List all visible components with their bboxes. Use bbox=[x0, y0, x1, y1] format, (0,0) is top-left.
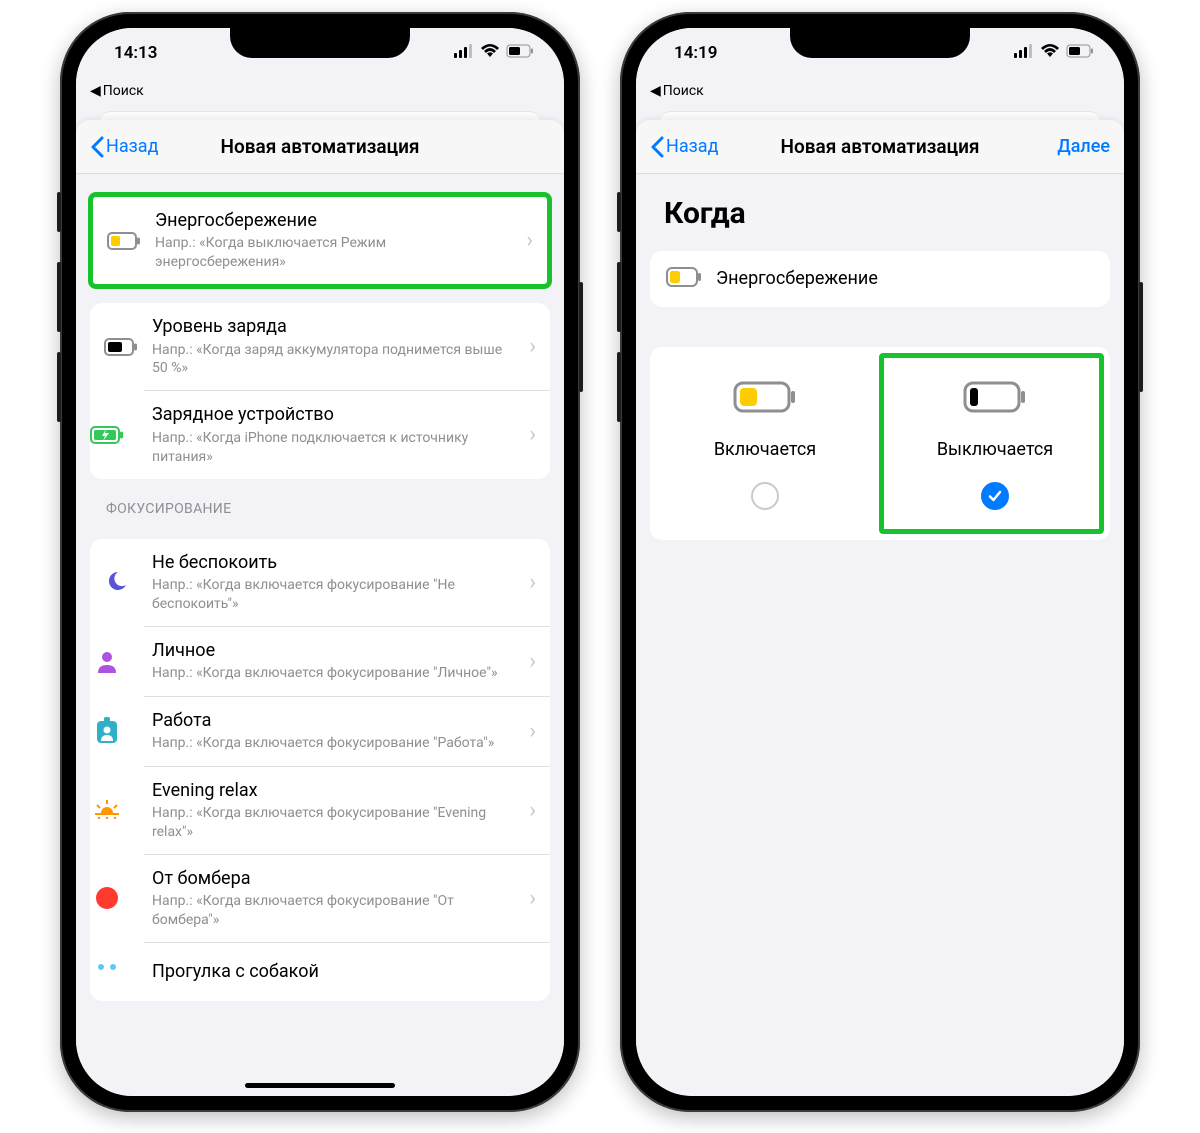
row-sub: Напр.: «Когда заряд аккумулятора подниме… bbox=[152, 341, 515, 379]
volume-up-button bbox=[617, 262, 621, 332]
choice-label: Включается bbox=[714, 439, 816, 460]
battery-level-icon bbox=[104, 330, 138, 364]
row-sub: Напр.: «Когда включается фокусирование "… bbox=[152, 892, 515, 930]
chevron-right-icon: › bbox=[529, 649, 536, 674]
row-title: Зарядное устройство bbox=[152, 403, 515, 426]
choice-label: Выключается bbox=[937, 439, 1053, 460]
red-dot-icon bbox=[90, 881, 124, 915]
wifi-icon bbox=[1040, 43, 1060, 63]
trigger-charger[interactable]: Зарядное устройство Напр.: «Когда iPhone… bbox=[144, 390, 550, 478]
trigger-bomber[interactable]: От бомбера Напр.: «Когда включается фоку… bbox=[144, 854, 550, 942]
trigger-summary-row[interactable]: Энергосбережение bbox=[650, 251, 1110, 307]
trigger-dog-walk[interactable]: Прогулка с собакой bbox=[144, 942, 550, 1001]
radio-unchecked-icon[interactable] bbox=[751, 482, 779, 510]
choice-card: Включается Выключается bbox=[650, 347, 1110, 540]
power-button bbox=[579, 282, 583, 392]
focus-triggers-card: Не беспокоить Напр.: «Когда включается ф… bbox=[90, 539, 550, 1002]
volume-down-button bbox=[617, 352, 621, 422]
next-button[interactable]: Далее bbox=[1057, 136, 1110, 157]
back-button[interactable]: Назад bbox=[90, 136, 158, 158]
summary-label: Энергосбережение bbox=[716, 267, 878, 290]
battery-on-icon bbox=[733, 381, 797, 417]
row-sub: Напр.: «Когда iPhone подключается к исто… bbox=[152, 429, 515, 467]
row-title: От бомбера bbox=[152, 867, 515, 890]
sunset-icon bbox=[90, 793, 124, 827]
breadcrumb-label: Поиск bbox=[663, 83, 704, 99]
choice-turns-on[interactable]: Включается bbox=[664, 381, 866, 510]
trigger-personal[interactable]: Личное Напр.: «Когда включается фокусиро… bbox=[144, 626, 550, 696]
row-sub: Напр.: «Когда включается фокусирование "… bbox=[152, 734, 515, 753]
breadcrumb-label: Поиск bbox=[103, 83, 144, 99]
breadcrumb[interactable]: ◀ Поиск bbox=[636, 78, 1124, 104]
cellular-icon bbox=[454, 43, 474, 63]
breadcrumb[interactable]: ◀ Поиск bbox=[76, 78, 564, 104]
back-label: Назад bbox=[106, 136, 158, 157]
trigger-low-power[interactable]: Энергосбережение Напр.: «Когда выключает… bbox=[93, 197, 547, 284]
row-title: Работа bbox=[152, 709, 515, 732]
volume-down-button bbox=[57, 352, 61, 422]
chevron-right-icon: › bbox=[529, 334, 536, 359]
nav-bar: Назад Новая автоматизация Далее bbox=[636, 120, 1124, 174]
nav-bar: Назад Новая автоматизация bbox=[76, 120, 564, 174]
choice-turns-off[interactable]: Выключается bbox=[894, 381, 1096, 510]
volume-button bbox=[617, 192, 621, 232]
battery-icon bbox=[1066, 43, 1094, 63]
radio-checked-icon[interactable] bbox=[981, 482, 1009, 510]
volume-button bbox=[57, 192, 61, 232]
volume-up-button bbox=[57, 262, 61, 332]
battery-charging-icon bbox=[90, 418, 124, 452]
row-title: Прогулка с собакой bbox=[152, 960, 536, 983]
home-indicator[interactable] bbox=[245, 1083, 395, 1088]
row-sub: Напр.: «Когда выключается Режим энергосб… bbox=[155, 234, 512, 272]
row-sub: Напр.: «Когда включается фокусирование "… bbox=[152, 576, 515, 614]
cellular-icon bbox=[1014, 43, 1034, 63]
back-button[interactable]: Назад bbox=[650, 136, 718, 158]
wifi-icon bbox=[480, 43, 500, 63]
row-title: Личное bbox=[152, 639, 515, 662]
chevron-right-icon: › bbox=[529, 422, 536, 447]
row-title: Энергосбережение bbox=[155, 209, 512, 232]
chevron-left-icon: ◀ bbox=[90, 83, 101, 99]
chevron-right-icon: › bbox=[529, 570, 536, 595]
section-heading: Когда bbox=[636, 174, 1124, 237]
row-sub: Напр.: «Когда включается фокусирование "… bbox=[152, 664, 515, 683]
trigger-low-power-highlight: Энергосбережение Напр.: «Когда выключает… bbox=[88, 192, 552, 289]
phone-right: 14:19 ◀ Поиск Назад bbox=[620, 12, 1140, 1112]
battery-low-icon bbox=[666, 267, 702, 291]
trigger-dnd[interactable]: Не беспокоить Напр.: «Когда включается ф… bbox=[90, 539, 550, 626]
notch bbox=[230, 28, 410, 58]
battery-off-icon bbox=[963, 381, 1027, 417]
battery-triggers-card: Уровень заряда Напр.: «Когда заряд аккум… bbox=[90, 303, 550, 478]
chevron-right-icon: › bbox=[529, 798, 536, 823]
trigger-evening-relax[interactable]: Evening relax Напр.: «Когда включается ф… bbox=[144, 766, 550, 854]
chevron-left-icon: ◀ bbox=[650, 83, 661, 99]
battery-low-icon bbox=[107, 224, 141, 258]
person-icon bbox=[90, 644, 124, 678]
chevron-right-icon: › bbox=[529, 719, 536, 744]
status-time: 14:13 bbox=[114, 43, 157, 63]
back-label: Назад bbox=[666, 136, 718, 157]
phone-left: 14:13 ◀ Поиск Назад bbox=[60, 12, 580, 1112]
battery-icon bbox=[506, 43, 534, 63]
row-title: Уровень заряда bbox=[152, 315, 515, 338]
moon-icon bbox=[104, 565, 138, 599]
notch bbox=[790, 28, 970, 58]
status-time: 14:19 bbox=[674, 43, 717, 63]
chevron-right-icon: › bbox=[529, 886, 536, 911]
trigger-battery-level[interactable]: Уровень заряда Напр.: «Когда заряд аккум… bbox=[90, 303, 550, 390]
trigger-work[interactable]: Работа Напр.: «Когда включается фокусиро… bbox=[144, 696, 550, 766]
row-title: Не беспокоить bbox=[152, 551, 515, 574]
trigger-summary-card: Энергосбережение bbox=[650, 251, 1110, 307]
power-button bbox=[1139, 282, 1143, 392]
section-header-focus: ФОКУСИРОВАНИЕ bbox=[76, 479, 564, 525]
chevron-right-icon: › bbox=[526, 228, 533, 253]
paw-icon bbox=[90, 955, 124, 989]
badge-icon bbox=[90, 714, 124, 748]
row-title: Evening relax bbox=[152, 779, 515, 802]
row-sub: Напр.: «Когда включается фокусирование "… bbox=[152, 804, 515, 842]
